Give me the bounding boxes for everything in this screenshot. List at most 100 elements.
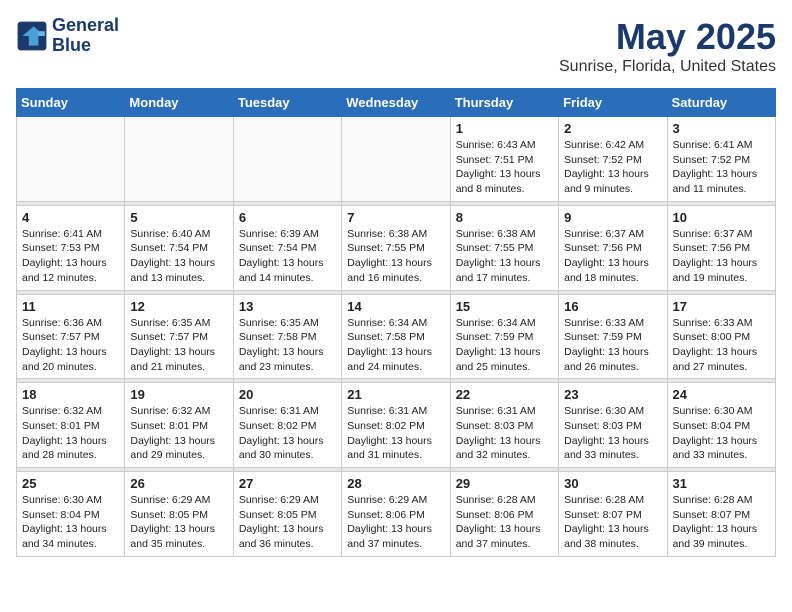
calendar-cell: 2Sunrise: 6:42 AM Sunset: 7:52 PM Daylig… bbox=[559, 117, 667, 202]
day-info: Sunrise: 6:30 AM Sunset: 8:04 PM Dayligh… bbox=[22, 493, 119, 552]
day-info: Sunrise: 6:33 AM Sunset: 8:00 PM Dayligh… bbox=[673, 316, 770, 375]
day-info: Sunrise: 6:30 AM Sunset: 8:03 PM Dayligh… bbox=[564, 404, 661, 463]
day-info: Sunrise: 6:40 AM Sunset: 7:54 PM Dayligh… bbox=[130, 227, 227, 286]
calendar-cell: 21Sunrise: 6:31 AM Sunset: 8:02 PM Dayli… bbox=[342, 383, 450, 468]
calendar-cell: 24 Sunrise: 6:30 AM Sunset: 8:04 PM Dayli… bbox=[667, 383, 775, 468]
calendar-cell: 1 Sunrise: 6:43 AM Sunset: 7:51 PM Daylig… bbox=[450, 117, 558, 202]
day-number: 29 bbox=[456, 476, 553, 491]
calendar-cell bbox=[342, 117, 450, 202]
day-number: 24 bbox=[673, 387, 770, 402]
day-number: 18 bbox=[22, 387, 119, 402]
week-row-1: 1 Sunrise: 6:43 AM Sunset: 7:51 PM Daylig… bbox=[17, 117, 776, 202]
calendar-cell: 6 Sunrise: 6:39 AM Sunset: 7:54 PM Daylig… bbox=[233, 205, 341, 290]
weekday-header-monday: Monday bbox=[125, 89, 233, 117]
day-info: Sunrise: 6:31 AM Sunset: 8:02 PM Dayligh… bbox=[239, 404, 336, 463]
calendar-cell: 18 Sunrise: 6:32 AM Sunset: 8:01 PM Dayli… bbox=[17, 383, 125, 468]
day-number: 19 bbox=[130, 387, 227, 402]
calendar-cell: 28Sunrise: 6:29 AM Sunset: 8:06 PM Dayli… bbox=[342, 472, 450, 557]
week-row-4: 18 Sunrise: 6:32 AM Sunset: 8:01 PM Dayli… bbox=[17, 383, 776, 468]
calendar-cell: 25 Sunrise: 6:30 AM Sunset: 8:04 PM Dayli… bbox=[17, 472, 125, 557]
calendar-cell: 5 Sunrise: 6:40 AM Sunset: 7:54 PM Daylig… bbox=[125, 205, 233, 290]
day-number: 13 bbox=[239, 299, 336, 314]
calendar-cell: 3 Sunrise: 6:41 AM Sunset: 7:52 PM Daylig… bbox=[667, 117, 775, 202]
week-row-5: 25 Sunrise: 6:30 AM Sunset: 8:04 PM Dayli… bbox=[17, 472, 776, 557]
calendar-cell: 11 Sunrise: 6:36 AM Sunset: 7:57 PM Dayli… bbox=[17, 294, 125, 379]
day-number: 15 bbox=[456, 299, 553, 314]
calendar-title: May 2025 bbox=[559, 16, 776, 58]
calendar-cell: 27 Sunrise: 6:29 AM Sunset: 8:05 PM Dayli… bbox=[233, 472, 341, 557]
day-number: 2 bbox=[564, 121, 661, 136]
day-number: 20 bbox=[239, 387, 336, 402]
calendar-cell: 20 Sunrise: 6:31 AM Sunset: 8:02 PM Dayli… bbox=[233, 383, 341, 468]
calendar-cell: 8Sunrise: 6:38 AM Sunset: 7:55 PM Daylig… bbox=[450, 205, 558, 290]
day-info: Sunrise: 6:39 AM Sunset: 7:54 PM Dayligh… bbox=[239, 227, 336, 286]
title-area: May 2025 Sunrise, Florida, United States bbox=[559, 16, 776, 76]
weekday-header-row: SundayMondayTuesdayWednesdayThursdayFrid… bbox=[17, 89, 776, 117]
calendar-cell: 9Sunrise: 6:37 AM Sunset: 7:56 PM Daylig… bbox=[559, 205, 667, 290]
day-number: 26 bbox=[130, 476, 227, 491]
calendar-table: SundayMondayTuesdayWednesdayThursdayFrid… bbox=[16, 88, 776, 557]
day-number: 21 bbox=[347, 387, 444, 402]
calendar-subtitle: Sunrise, Florida, United States bbox=[559, 58, 776, 76]
day-info: Sunrise: 6:30 AM Sunset: 8:04 PM Dayligh… bbox=[673, 404, 770, 463]
day-info: Sunrise: 6:29 AM Sunset: 8:06 PM Dayligh… bbox=[347, 493, 444, 552]
day-number: 12 bbox=[130, 299, 227, 314]
day-info: Sunrise: 6:29 AM Sunset: 8:05 PM Dayligh… bbox=[239, 493, 336, 552]
day-number: 17 bbox=[673, 299, 770, 314]
day-info: Sunrise: 6:38 AM Sunset: 7:55 PM Dayligh… bbox=[347, 227, 444, 286]
day-number: 1 bbox=[456, 121, 553, 136]
day-number: 14 bbox=[347, 299, 444, 314]
week-row-3: 11 Sunrise: 6:36 AM Sunset: 7:57 PM Dayli… bbox=[17, 294, 776, 379]
day-info: Sunrise: 6:31 AM Sunset: 8:03 PM Dayligh… bbox=[456, 404, 553, 463]
day-number: 16 bbox=[564, 299, 661, 314]
day-number: 23 bbox=[564, 387, 661, 402]
day-number: 6 bbox=[239, 210, 336, 225]
calendar-cell: 30Sunrise: 6:28 AM Sunset: 8:07 PM Dayli… bbox=[559, 472, 667, 557]
calendar-cell: 16 Sunrise: 6:33 AM Sunset: 7:59 PM Dayli… bbox=[559, 294, 667, 379]
day-info: Sunrise: 6:32 AM Sunset: 8:01 PM Dayligh… bbox=[22, 404, 119, 463]
calendar-cell: 17 Sunrise: 6:33 AM Sunset: 8:00 PM Dayli… bbox=[667, 294, 775, 379]
calendar-cell bbox=[17, 117, 125, 202]
day-info: Sunrise: 6:29 AM Sunset: 8:05 PM Dayligh… bbox=[130, 493, 227, 552]
day-info: Sunrise: 6:28 AM Sunset: 8:06 PM Dayligh… bbox=[456, 493, 553, 552]
day-info: Sunrise: 6:34 AM Sunset: 7:58 PM Dayligh… bbox=[347, 316, 444, 375]
logo-text: General Blue bbox=[52, 16, 119, 56]
calendar-cell: 19 Sunrise: 6:32 AM Sunset: 8:01 PM Dayli… bbox=[125, 383, 233, 468]
week-row-2: 4 Sunrise: 6:41 AM Sunset: 7:53 PM Daylig… bbox=[17, 205, 776, 290]
logo-icon bbox=[16, 20, 48, 52]
day-number: 5 bbox=[130, 210, 227, 225]
day-number: 27 bbox=[239, 476, 336, 491]
day-info: Sunrise: 6:32 AM Sunset: 8:01 PM Dayligh… bbox=[130, 404, 227, 463]
day-info: Sunrise: 6:41 AM Sunset: 7:53 PM Dayligh… bbox=[22, 227, 119, 286]
weekday-header-sunday: Sunday bbox=[17, 89, 125, 117]
calendar-cell: 4 Sunrise: 6:41 AM Sunset: 7:53 PM Daylig… bbox=[17, 205, 125, 290]
calendar-cell: 7 Sunrise: 6:38 AM Sunset: 7:55 PM Daylig… bbox=[342, 205, 450, 290]
day-info: Sunrise: 6:33 AM Sunset: 7:59 PM Dayligh… bbox=[564, 316, 661, 375]
weekday-header-wednesday: Wednesday bbox=[342, 89, 450, 117]
day-number: 9 bbox=[564, 210, 661, 225]
day-number: 25 bbox=[22, 476, 119, 491]
day-number: 22 bbox=[456, 387, 553, 402]
day-info: Sunrise: 6:34 AM Sunset: 7:59 PM Dayligh… bbox=[456, 316, 553, 375]
calendar-cell: 29 Sunrise: 6:28 AM Sunset: 8:06 PM Dayli… bbox=[450, 472, 558, 557]
day-number: 3 bbox=[673, 121, 770, 136]
day-info: Sunrise: 6:43 AM Sunset: 7:51 PM Dayligh… bbox=[456, 138, 553, 197]
logo: General Blue bbox=[16, 16, 119, 56]
day-info: Sunrise: 6:35 AM Sunset: 7:58 PM Dayligh… bbox=[239, 316, 336, 375]
day-number: 31 bbox=[673, 476, 770, 491]
day-number: 7 bbox=[347, 210, 444, 225]
day-number: 4 bbox=[22, 210, 119, 225]
calendar-cell bbox=[125, 117, 233, 202]
page-header: General Blue May 2025 Sunrise, Florida, … bbox=[16, 16, 776, 76]
calendar-cell: 13 Sunrise: 6:35 AM Sunset: 7:58 PM Dayli… bbox=[233, 294, 341, 379]
day-number: 10 bbox=[673, 210, 770, 225]
weekday-header-tuesday: Tuesday bbox=[233, 89, 341, 117]
calendar-cell: 14 Sunrise: 6:34 AM Sunset: 7:58 PM Dayli… bbox=[342, 294, 450, 379]
day-info: Sunrise: 6:36 AM Sunset: 7:57 PM Dayligh… bbox=[22, 316, 119, 375]
day-number: 30 bbox=[564, 476, 661, 491]
calendar-cell: 26 Sunrise: 6:29 AM Sunset: 8:05 PM Dayli… bbox=[125, 472, 233, 557]
weekday-header-friday: Friday bbox=[559, 89, 667, 117]
day-number: 11 bbox=[22, 299, 119, 314]
weekday-header-thursday: Thursday bbox=[450, 89, 558, 117]
day-info: Sunrise: 6:41 AM Sunset: 7:52 PM Dayligh… bbox=[673, 138, 770, 197]
